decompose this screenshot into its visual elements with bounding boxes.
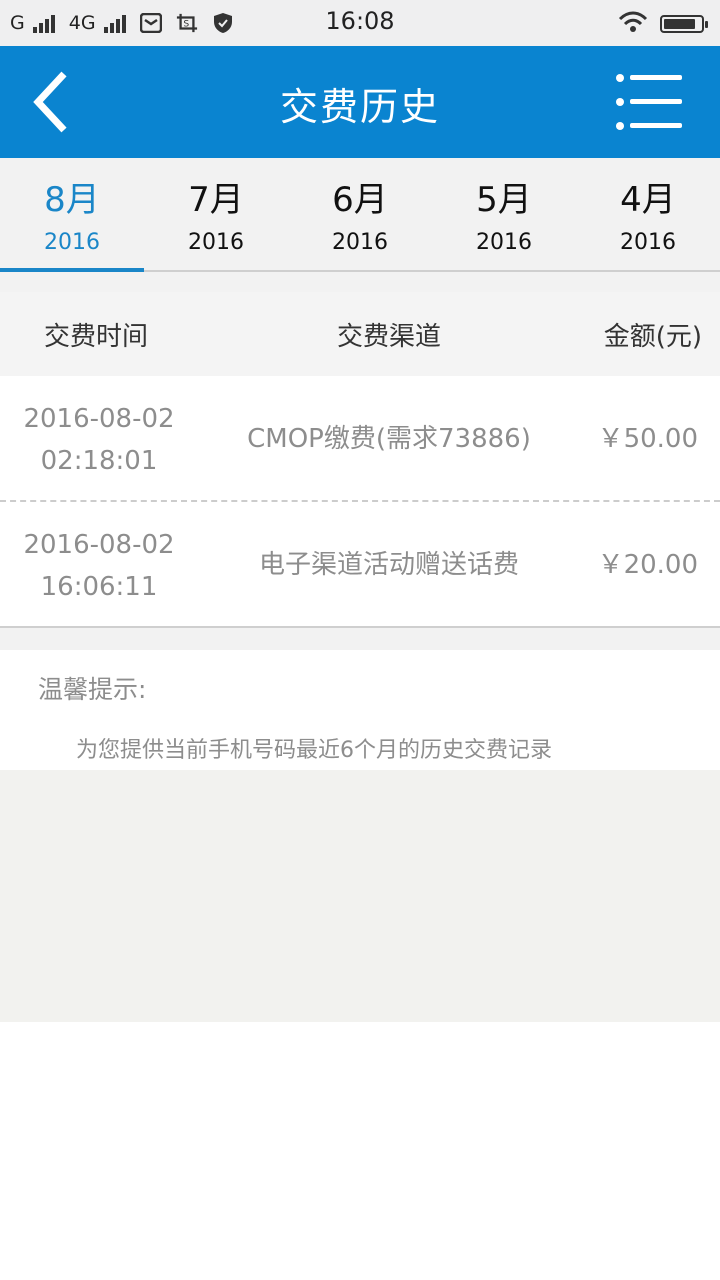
payment-channel: 电子渠道活动赠送话费: [258, 550, 519, 580]
payment-datetime: 2016-08-02 16:06:11: [0, 524, 198, 608]
tab-month-label: 5月: [476, 180, 532, 220]
tab-month-5[interactable]: 4月 2016: [576, 158, 720, 270]
status-bar-right: [618, 11, 708, 37]
column-header-amount: 金额(元): [603, 322, 702, 352]
table-row: 2016-08-02 02:18:01 CMOP缴费(需求73886) ￥50.…: [0, 376, 720, 502]
payment-time: 16:06:11: [40, 572, 158, 602]
section-gap: [0, 272, 720, 292]
tab-month-label: 6月: [332, 180, 388, 220]
tab-month-4[interactable]: 5月 2016: [432, 158, 576, 270]
tab-month-2[interactable]: 7月 2016: [144, 158, 288, 270]
wifi-icon: [618, 11, 648, 37]
empty-area: [0, 770, 720, 1022]
battery-level: [664, 19, 695, 29]
payment-date: 2016-08-02: [23, 530, 175, 560]
tips-text: 为您提供当前手机号码最近6个月的历史交费记录: [76, 738, 552, 763]
tab-year-label: 2016: [620, 230, 676, 255]
payment-time: 02:18:01: [40, 446, 158, 476]
payment-date: 2016-08-02: [23, 404, 175, 434]
tips-section: 温馨提示: 为您提供当前手机号码最近6个月的历史交费记录: [0, 650, 720, 770]
table-header: 交费时间 交费渠道 金额(元): [0, 292, 720, 376]
status-bar: G 4G S 16:08: [0, 0, 720, 46]
payment-channel: CMOP缴费(需求73886): [247, 424, 531, 454]
month-tabs: 8月 2016 7月 2016 6月 2016 5月 2016 4月 2016: [0, 158, 720, 272]
tab-month-label: 8月: [44, 180, 100, 220]
tab-year-label: 2016: [332, 230, 388, 255]
menu-button[interactable]: [614, 72, 684, 132]
section-gap: [0, 628, 720, 650]
list-menu-icon: [616, 74, 682, 130]
tab-month-label: 7月: [188, 180, 244, 220]
payment-datetime: 2016-08-02 02:18:01: [0, 398, 198, 482]
tips-title: 温馨提示:: [38, 675, 147, 704]
tab-month-label: 4月: [620, 180, 676, 220]
tab-year-label: 2016: [476, 230, 532, 255]
payment-amount: ￥50.00: [597, 424, 698, 454]
battery-icon: [660, 15, 708, 33]
page-title: 交费历史: [279, 85, 440, 129]
table-row: 2016-08-02 16:06:11 电子渠道活动赠送话费 ￥20.00: [0, 502, 720, 626]
status-time: 16:08: [325, 7, 395, 35]
app-header: 交费历史: [0, 46, 720, 158]
tab-year-label: 2016: [44, 230, 100, 255]
tab-year-label: 2016: [188, 230, 244, 255]
tab-month-3[interactable]: 6月 2016: [288, 158, 432, 270]
payment-amount: ￥20.00: [597, 550, 698, 580]
tab-month-1[interactable]: 8月 2016: [0, 158, 144, 272]
